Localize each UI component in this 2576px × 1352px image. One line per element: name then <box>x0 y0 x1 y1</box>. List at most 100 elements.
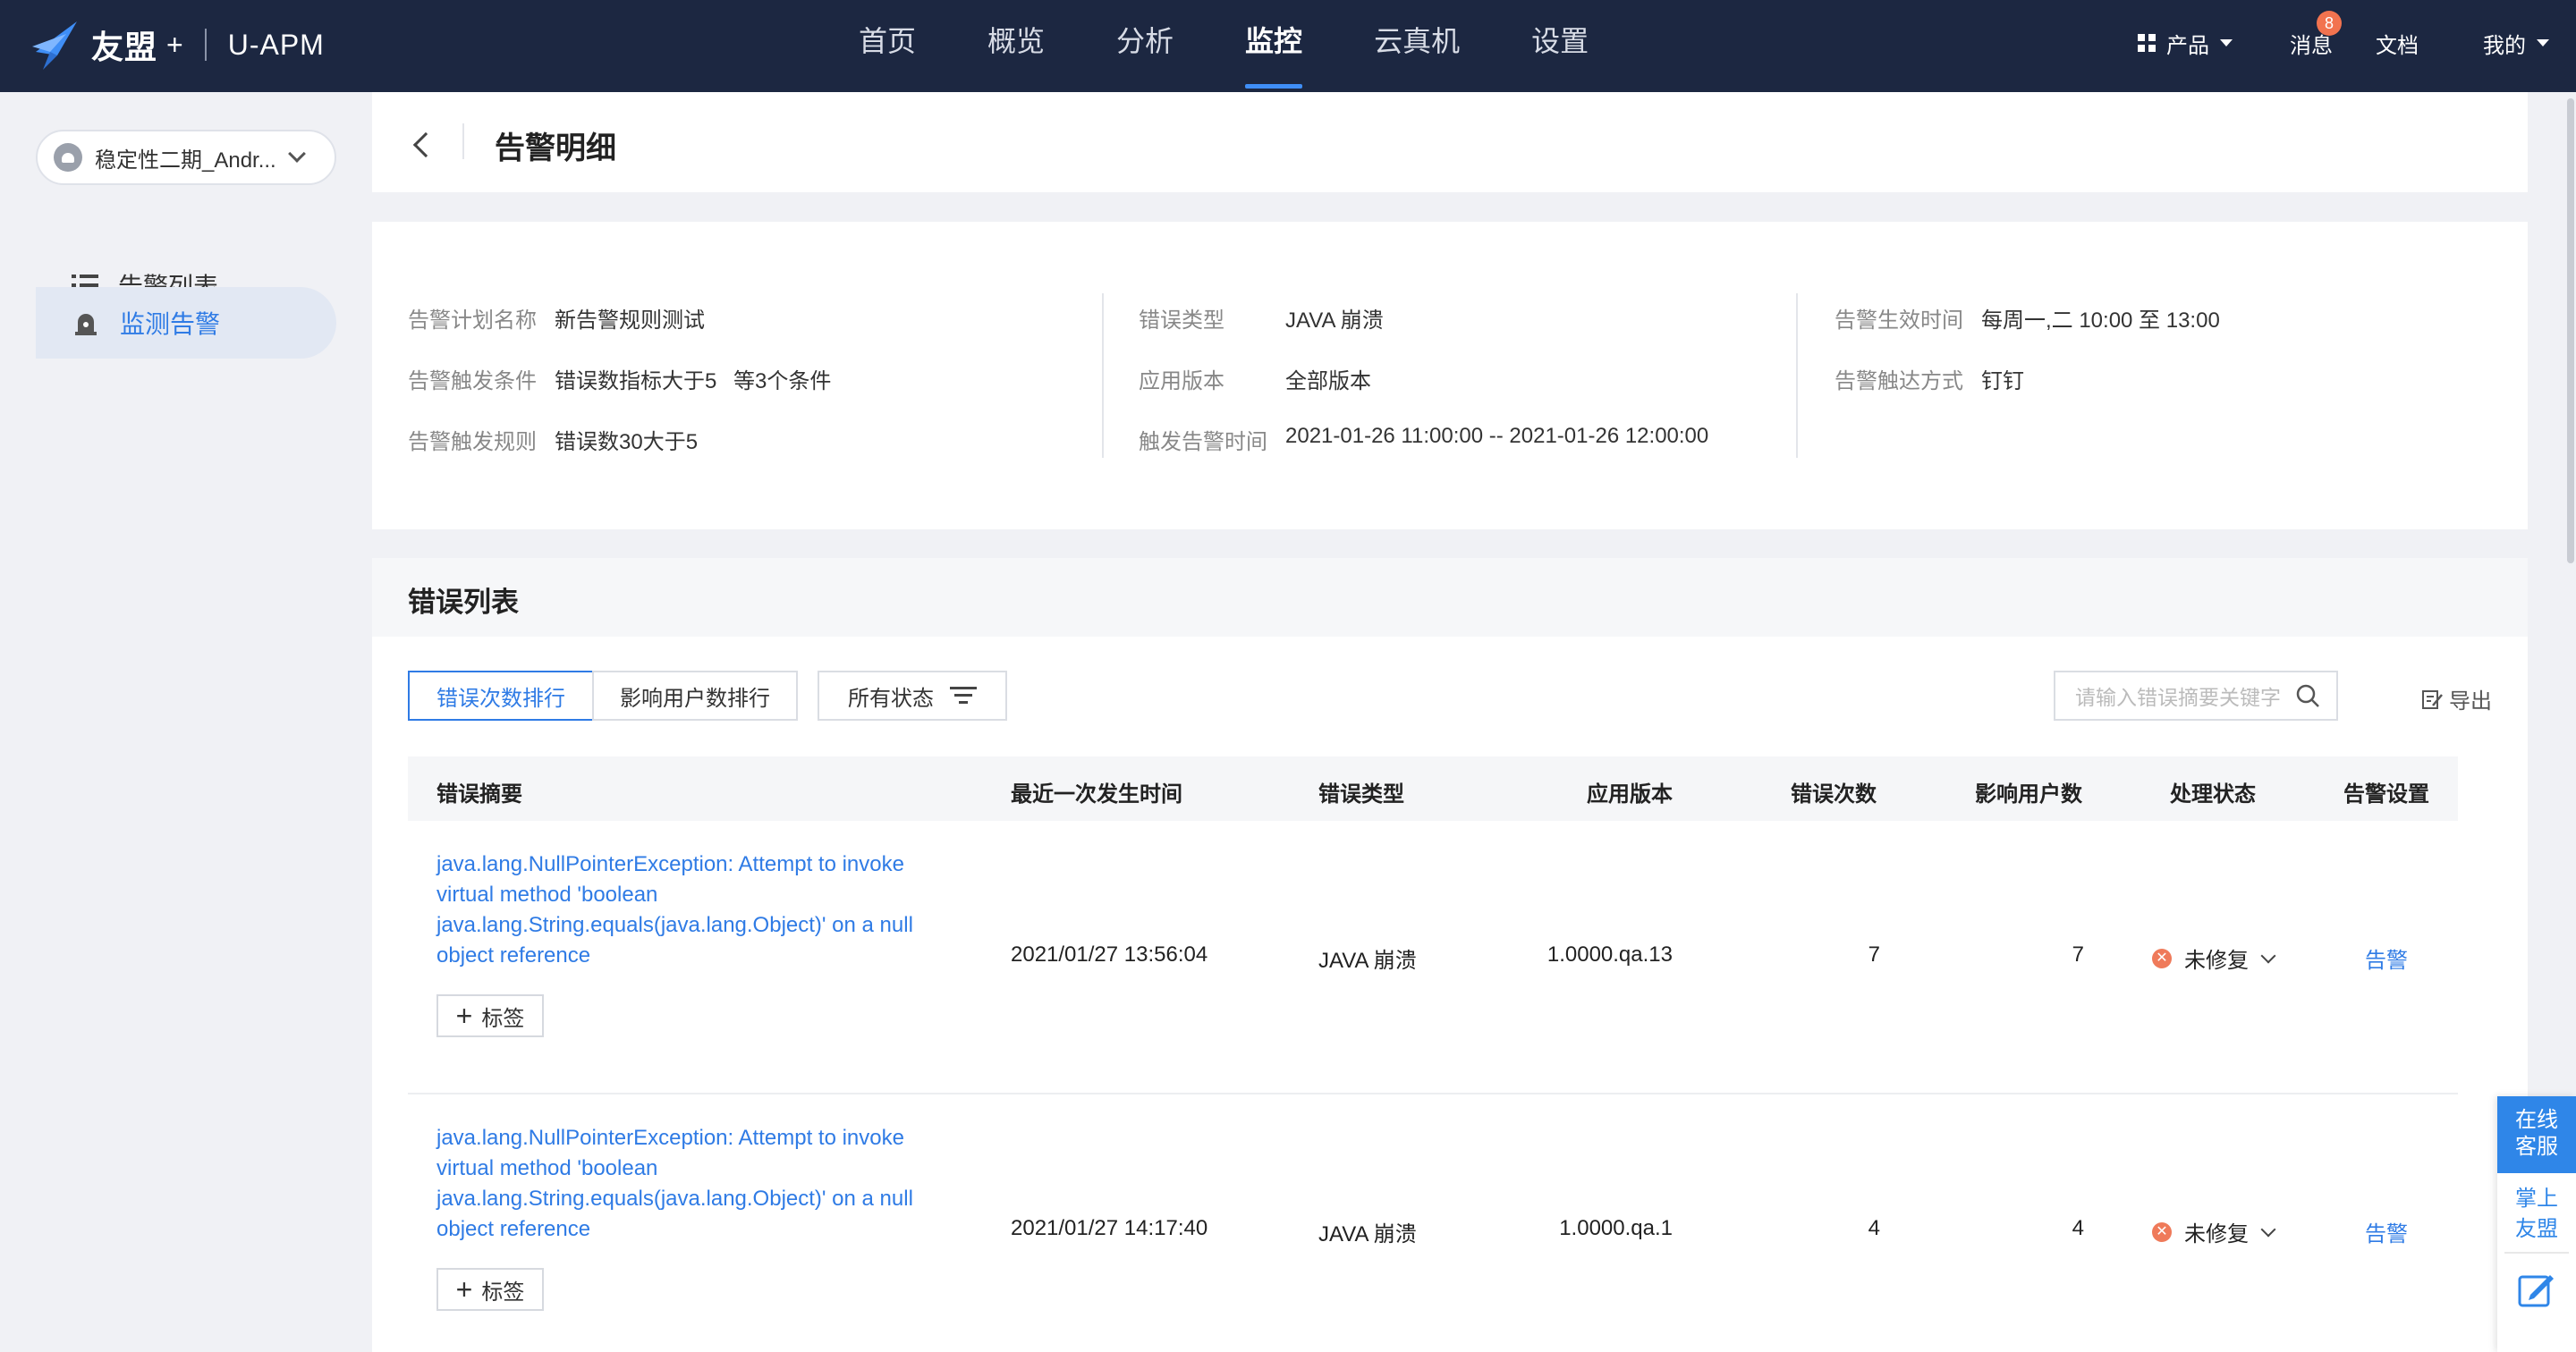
main-nav: 首页 概览 分析 监控 云真机 设置 <box>859 0 1660 92</box>
plus-icon: + <box>455 1000 473 1032</box>
brand-plus: + <box>166 28 183 61</box>
nav-overview[interactable]: 概览 <box>987 0 1045 92</box>
umeng-logo-icon <box>32 21 77 70</box>
column-header: 错误摘要 <box>436 782 522 807</box>
table-header <box>408 756 2458 821</box>
scrollbar-thumb[interactable] <box>2567 98 2574 563</box>
close-icon: ✕ <box>2152 948 2172 968</box>
add-tag-button[interactable]: + 标签 <box>436 994 544 1037</box>
column-header: 错误次数 <box>1791 782 1877 807</box>
brand-name: 友盟 <box>91 29 158 65</box>
app-selector-value: 稳定性二期_Andr... <box>95 148 276 173</box>
error-type-label: 错误类型 <box>1139 308 1224 333</box>
page-title: 告警明细 <box>495 131 616 165</box>
column-header: 错误类型 <box>1318 782 1404 807</box>
error-list-header <box>372 558 2528 637</box>
affected-users-cell: 7 <box>2072 942 2084 967</box>
rule-value: 错误数30大于5 <box>555 430 699 454</box>
column-header: 告警设置 <box>2343 782 2429 807</box>
alarm-setting-link[interactable]: 告警 <box>2365 1216 2408 1247</box>
plan-name-value: 新告警规则测试 <box>555 308 705 333</box>
float-divider <box>2504 1252 2569 1254</box>
app-selector[interactable]: 稳定性二期_Andr... <box>36 130 336 185</box>
sidebar-item-label: 监测告警 <box>120 310 221 338</box>
plan-name-label: 告警计划名称 <box>408 308 537 333</box>
add-tag-button[interactable]: + 标签 <box>436 1268 544 1311</box>
products-label: 产品 <box>2166 33 2209 58</box>
alarm-icon <box>75 314 97 335</box>
tab-affected-users-rank[interactable]: 影响用户数排行 <box>592 671 798 721</box>
column-header: 影响用户数 <box>1975 782 2082 807</box>
search-placeholder: 请输入错误摘要关键字 <box>2075 686 2281 709</box>
last-time-cell: 2021/01/27 14:17:40 <box>1011 1216 1208 1240</box>
online-service-button[interactable]: 在线客服 <box>2497 1096 2576 1173</box>
docs-link[interactable]: 文档 <box>2376 0 2419 86</box>
error-count-cell: 7 <box>1868 942 1880 967</box>
chevron-down-icon <box>2260 948 2276 963</box>
nav-home[interactable]: 首页 <box>859 0 916 92</box>
nav-cloud-device[interactable]: 云真机 <box>1374 0 1460 92</box>
docs-label: 文档 <box>2376 33 2419 58</box>
status-label: 未修复 <box>2184 1222 2249 1246</box>
column-header: 应用版本 <box>1587 782 1673 807</box>
sidebar-item-monitor-alert[interactable]: 监测告警 <box>36 287 336 359</box>
error-type-cell: JAVA 崩溃 <box>1318 1222 1417 1246</box>
effective-time-value: 每周一,二 10:00 至 13:00 <box>1981 308 2220 333</box>
edit-feedback-icon[interactable] <box>2516 1270 2557 1311</box>
export-label: 导出 <box>2449 689 2492 714</box>
app-version-value: 全部版本 <box>1285 369 1371 393</box>
delivery-label: 告警触达方式 <box>1835 369 1963 393</box>
column-header: 处理状态 <box>2170 782 2256 807</box>
error-summary-link[interactable]: java.lang.NullPointerException: Attempt … <box>436 1123 964 1245</box>
detail-header-card <box>372 92 2528 192</box>
android-icon <box>54 143 82 172</box>
version-cell: 1.0000.qa.1 <box>1559 1216 1673 1240</box>
condition-extra: 等3个条件 <box>733 369 832 393</box>
error-list-title: 错误列表 <box>408 587 519 618</box>
row-divider <box>408 1093 2458 1094</box>
alarm-setting-link[interactable]: 告警 <box>2365 942 2408 974</box>
mobile-app-link[interactable]: 掌上友盟 <box>2497 1184 2576 1245</box>
tag-label: 标签 <box>481 1280 525 1305</box>
message-count-badge: 8 <box>2317 11 2342 36</box>
chevron-down-icon <box>2260 1221 2276 1237</box>
effective-time-label: 告警生效时间 <box>1835 308 1963 333</box>
logo[interactable]: 友盟 + U-APM <box>27 9 325 80</box>
error-type-cell: JAVA 崩溃 <box>1318 949 1417 973</box>
status-filter-label: 所有状态 <box>848 686 934 711</box>
version-cell: 1.0000.qa.13 <box>1546 942 1673 967</box>
error-summary-link[interactable]: java.lang.NullPointerException: Attempt … <box>436 849 964 971</box>
sidebar: 稳定性二期_Andr... 告警列表 监测告警 <box>0 92 356 1352</box>
error-count-cell: 4 <box>1868 1216 1880 1240</box>
export-icon <box>2422 689 2443 709</box>
info-column-divider <box>1796 293 1798 458</box>
condition-value: 错误数指标大于5 <box>555 369 717 393</box>
filter-icon <box>950 687 977 705</box>
caret-down-icon <box>2537 39 2549 46</box>
status-dropdown[interactable]: ✕ 未修复 <box>2152 942 2276 974</box>
condition-label: 告警触发条件 <box>408 369 537 393</box>
products-menu[interactable]: 产品 <box>2138 0 2233 86</box>
trigger-time-label: 触发告警时间 <box>1139 430 1267 454</box>
status-filter[interactable]: 所有状态 <box>818 671 1007 721</box>
nav-monitor[interactable]: 监控 <box>1245 0 1303 92</box>
delivery-value: 钉钉 <box>1981 369 2024 393</box>
nav-analysis[interactable]: 分析 <box>1116 0 1174 92</box>
chevron-down-icon <box>287 145 306 163</box>
status-label: 未修复 <box>2184 949 2249 973</box>
tab-error-count-rank[interactable]: 错误次数排行 <box>408 671 594 721</box>
caret-down-icon <box>2220 39 2233 46</box>
header-divider <box>462 123 464 159</box>
export-button[interactable]: 导出 <box>2420 683 2492 714</box>
search-icon[interactable] <box>2295 683 2320 708</box>
affected-users-cell: 4 <box>2072 1216 2084 1240</box>
trigger-time-value: 2021-01-26 11:00:00 -- 2021-01-26 12:00:… <box>1285 424 1709 448</box>
grid-icon <box>2138 34 2156 52</box>
rule-label: 告警触发规则 <box>408 430 537 454</box>
search-input[interactable]: 请输入错误摘要关键字 <box>2054 671 2338 721</box>
error-type-value: JAVA 崩溃 <box>1285 308 1384 333</box>
nav-settings[interactable]: 设置 <box>1531 0 1589 92</box>
status-dropdown[interactable]: ✕ 未修复 <box>2152 1216 2276 1247</box>
mine-menu[interactable]: 我的 <box>2483 0 2549 86</box>
top-navigation-bar: 友盟 + U-APM 首页 概览 分析 监控 云真机 设置 产品 消息 8 文档… <box>0 0 2576 92</box>
